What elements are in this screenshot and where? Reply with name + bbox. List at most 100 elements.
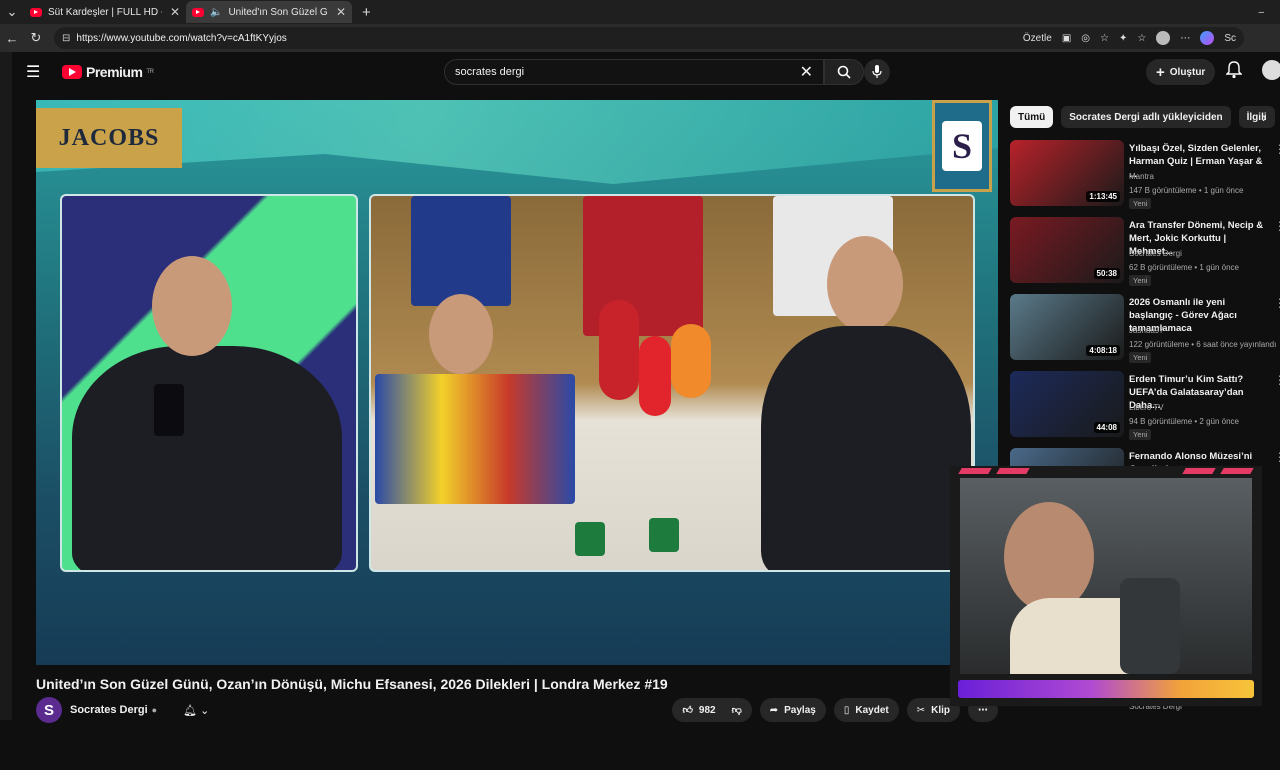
recommendation-chips: Tümü Socrates Dergi adlı yükleyiciden İl…	[1010, 106, 1275, 128]
recommendation-item[interactable]: 4:08:18 2026 Osmanlı ile yeni başlangıç -…	[1010, 294, 1280, 364]
more-options-icon[interactable]: ⋮	[1274, 373, 1280, 387]
save-button[interactable]: ▯ Kaydet	[833, 698, 899, 722]
streamer-head	[1004, 502, 1094, 612]
close-tab-icon[interactable]: ✕	[336, 5, 346, 19]
share-label: Paylaş	[784, 704, 816, 716]
webcam-gradient-bar	[958, 680, 1254, 698]
video-panel-left	[60, 194, 358, 572]
video-thumbnail[interactable]: 1:13:45	[1010, 140, 1124, 206]
create-button[interactable]: + Oluştur	[1146, 59, 1216, 85]
recommendation-item[interactable]: 50:38 Ara Transfer Dönemi, Necip & Mert, …	[1010, 217, 1280, 287]
video-player[interactable]: JACOBS S	[36, 100, 998, 665]
browser-tab-label: United'ın Son Güzel Günü, Oz...	[228, 6, 328, 18]
guest-right-head	[827, 236, 903, 332]
recommendation-meta: 94 B görüntüleme • 2 gün önce	[1129, 417, 1239, 426]
logo-text: Premium	[86, 64, 143, 80]
recommendation-channel[interactable]: Jashua97	[1129, 326, 1164, 335]
duration-badge: 44:08	[1093, 422, 1120, 433]
channel-row: S Socrates Dergi ● 🔔︎ ⌄ 👍︎ 982 👎︎ ➦ Payl…	[36, 697, 998, 723]
recommendation-channel[interactable]: Mantra	[1129, 172, 1154, 181]
more-options-icon[interactable]: ⋮	[1274, 142, 1280, 156]
browser-tab-1[interactable]: Süt Kardeşler | FULL HD - YouTube ✕	[24, 1, 186, 23]
recommendation-meta: 122 görüntüleme • 6 saat önce yayınlandı	[1129, 340, 1277, 349]
search-icon	[837, 65, 851, 79]
minimize-icon[interactable]: –	[1258, 7, 1264, 18]
chair	[1120, 578, 1180, 674]
new-badge: Yeni	[1129, 198, 1152, 209]
url-field[interactable]: ⊟ https://www.youtube.com/watch?v=cA1ftK…	[54, 27, 1244, 49]
extensions-icon[interactable]: ✦	[1119, 33, 1127, 44]
app-icon[interactable]: ▣	[1062, 33, 1071, 44]
more-options-icon[interactable]: ⋮	[1274, 296, 1280, 310]
favorites-icon[interactable]: ☆	[1137, 33, 1146, 44]
copilot-icon[interactable]	[1200, 31, 1215, 45]
tab-list-chevron-icon[interactable]: ⌄	[0, 4, 24, 20]
video-thumbnail[interactable]: 50:38	[1010, 217, 1124, 283]
reload-icon[interactable]: ↻	[24, 30, 48, 46]
youtube-premium-logo[interactable]: Premium TR	[62, 64, 154, 80]
new-tab-button[interactable]: +	[362, 4, 371, 21]
create-label: Oluştur	[1169, 66, 1206, 78]
hamburger-menu-icon[interactable]: ☰	[26, 62, 52, 82]
url-text: https://www.youtube.com/watch?v=cA1ftKYy…	[76, 32, 287, 44]
verified-icon: ●	[151, 705, 158, 715]
show-badge: S	[932, 100, 992, 192]
site-info-icon[interactable]: ⊟	[62, 33, 70, 44]
video-panel-right	[369, 194, 975, 572]
new-badge: Yeni	[1129, 352, 1152, 363]
duration-badge: 1:13:45	[1086, 191, 1120, 202]
like-button[interactable]: 👍︎ 982 👎︎	[672, 698, 752, 722]
recommendation-item-partial[interactable]: Socrates Dergi	[1010, 700, 1280, 770]
chevron-right-icon[interactable]: ›	[1262, 109, 1267, 125]
save-label: Kaydet	[855, 704, 889, 716]
speaker-icon[interactable]: 🔈	[210, 7, 222, 18]
recommendation-channel[interactable]: Libero TV	[1129, 403, 1164, 412]
chip-related[interactable]: İlgili	[1238, 106, 1275, 128]
mug-right	[649, 518, 679, 552]
duration-badge: 4:08:18	[1086, 345, 1120, 356]
video-thumbnail[interactable]: 44:08	[1010, 371, 1124, 437]
clip-label: Klip	[931, 704, 950, 716]
browser-tab-2[interactable]: 🔈 United'ın Son Güzel Günü, Oz... ✕	[186, 1, 352, 23]
tracking-icon[interactable]: ◎	[1081, 33, 1090, 44]
star-icon[interactable]: ☆	[1100, 33, 1109, 44]
subscribe-bell-icon[interactable]: 🔔︎ ⌄	[183, 704, 209, 717]
duration-badge: 50:38	[1093, 268, 1120, 279]
recommendation-channel[interactable]: Socrates Dergi	[1129, 249, 1182, 258]
host-left-head	[152, 256, 232, 356]
youtube-header: ☰ Premium TR socrates dergi ✕ + Oluştur	[12, 52, 1280, 92]
video-thumbnail[interactable]: 4:08:18	[1010, 294, 1124, 360]
voice-search-button[interactable]	[864, 59, 890, 85]
more-options-icon[interactable]: ⋮	[1274, 450, 1280, 464]
more-menu-icon[interactable]: ⋯	[1180, 33, 1190, 44]
account-avatar[interactable]	[1262, 60, 1280, 80]
share-button[interactable]: ➦ Paylaş	[759, 698, 826, 722]
recommendation-item[interactable]: 44:08 Erden Timur’u Kim Sattı? UEFA’da Ga…	[1010, 371, 1280, 441]
guest-center-head	[429, 294, 493, 374]
profile-label[interactable]: Sc	[1224, 33, 1236, 44]
notifications-bell-icon[interactable]	[1226, 61, 1242, 79]
search-input[interactable]: socrates dergi ✕	[444, 59, 824, 85]
channel-avatar[interactable]: S	[36, 697, 62, 723]
youtube-favicon-icon	[30, 7, 42, 17]
more-icon: ⋯	[978, 704, 988, 716]
clear-search-icon[interactable]: ✕	[800, 62, 813, 82]
profile-icon[interactable]	[1156, 31, 1171, 45]
chip-from-uploader[interactable]: Socrates Dergi adlı yükleyiciden	[1061, 106, 1231, 128]
back-arrow-icon[interactable]: ←	[0, 31, 24, 46]
browser-tab-label: Süt Kardeşler | FULL HD - YouTube	[48, 6, 162, 18]
recommendation-item[interactable]: 1:13:45 Yılbaşı Özel, Sizden Gelenler, Ha…	[1010, 140, 1280, 210]
channel-name[interactable]: Socrates Dergi	[70, 704, 148, 716]
channel-initial: S	[43, 701, 54, 719]
chip-all[interactable]: Tümü	[1010, 106, 1054, 128]
search-button[interactable]	[824, 59, 864, 85]
webcam-feed	[960, 478, 1252, 674]
plus-icon: +	[1156, 63, 1165, 81]
sponsor-logo: JACOBS	[36, 108, 182, 168]
new-badge: Yeni	[1129, 429, 1152, 440]
summarize-button[interactable]: Özetle	[1023, 33, 1052, 44]
thumbs-down-icon[interactable]: 👎︎	[732, 704, 742, 716]
scissors-icon: ✂	[916, 704, 926, 716]
more-options-icon[interactable]: ⋮	[1274, 219, 1280, 233]
close-tab-icon[interactable]: ✕	[170, 5, 180, 19]
